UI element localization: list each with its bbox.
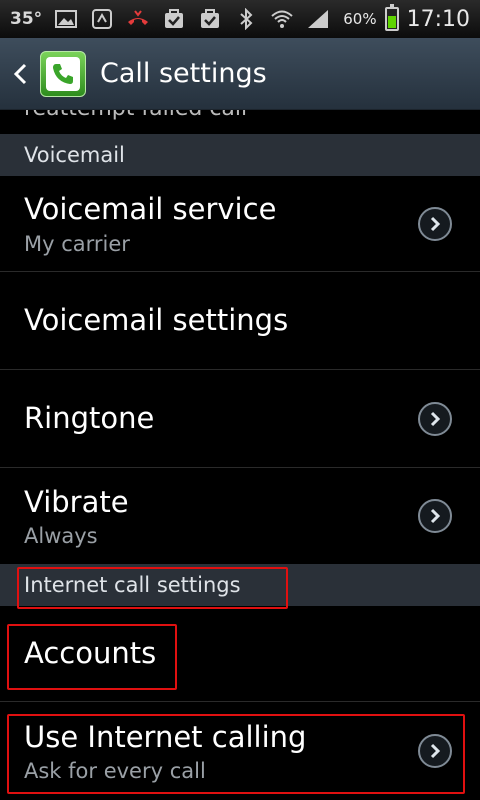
- chevron-right-icon: [418, 401, 452, 436]
- accounts-item[interactable]: Accounts: [0, 606, 480, 702]
- clock: 17:10: [406, 6, 470, 32]
- voicemail-service-title: Voicemail service: [24, 192, 277, 227]
- wifi-icon: [271, 10, 293, 28]
- chevron-right-icon: [418, 499, 452, 533]
- vibrate-subtitle: Always: [24, 524, 98, 549]
- voicemail-settings-title: Voicemail settings: [24, 303, 289, 338]
- section-internet-call-settings: Internet call settings: [0, 564, 480, 606]
- image-icon: [55, 10, 78, 28]
- use-internet-calling-item[interactable]: Use Internet calling Ask for every call: [0, 702, 480, 800]
- chevron-right-icon: [418, 206, 452, 241]
- vibrate-item[interactable]: Vibrate Always: [0, 468, 480, 564]
- voicemail-icon: [92, 9, 113, 29]
- section-voicemail: Voicemail: [0, 134, 480, 176]
- section-internet-label: Internet call settings: [24, 573, 241, 597]
- chevron-right-icon: [418, 734, 452, 768]
- vibrate-title: Vibrate: [24, 484, 129, 519]
- use-internet-calling-subtitle: Ask for every call: [24, 759, 206, 784]
- signal-icon: [308, 10, 329, 28]
- page-title: Call settings: [100, 58, 267, 89]
- temperature: 35°: [10, 9, 43, 29]
- ringtone-item[interactable]: Ringtone: [0, 370, 480, 468]
- ringtone-title: Ringtone: [24, 401, 155, 436]
- accounts-title: Accounts: [24, 636, 157, 671]
- title-bar: Call settings: [0, 38, 480, 110]
- battery-percent: 60%: [343, 10, 377, 28]
- voicemail-settings-item[interactable]: Voicemail settings: [0, 272, 480, 370]
- back-icon[interactable]: [0, 62, 40, 86]
- missed-call-icon: [128, 10, 149, 25]
- task-icon: [201, 9, 220, 28]
- voicemail-service-subtitle: My carrier: [24, 231, 130, 256]
- battery-icon: [384, 4, 399, 31]
- task-icon: [165, 9, 184, 28]
- clipped-list-item[interactable]: reattempt failed call: [0, 110, 480, 134]
- voicemail-service-item[interactable]: Voicemail service My carrier: [0, 176, 480, 272]
- section-voicemail-label: Voicemail: [24, 143, 125, 167]
- phone-icon[interactable]: [40, 50, 86, 97]
- status-bar: 35° 60% 17:10: [0, 0, 480, 38]
- clipped-item-label: reattempt failed call: [24, 110, 247, 121]
- bluetooth-icon: [240, 8, 253, 30]
- use-internet-calling-title: Use Internet calling: [24, 719, 307, 754]
